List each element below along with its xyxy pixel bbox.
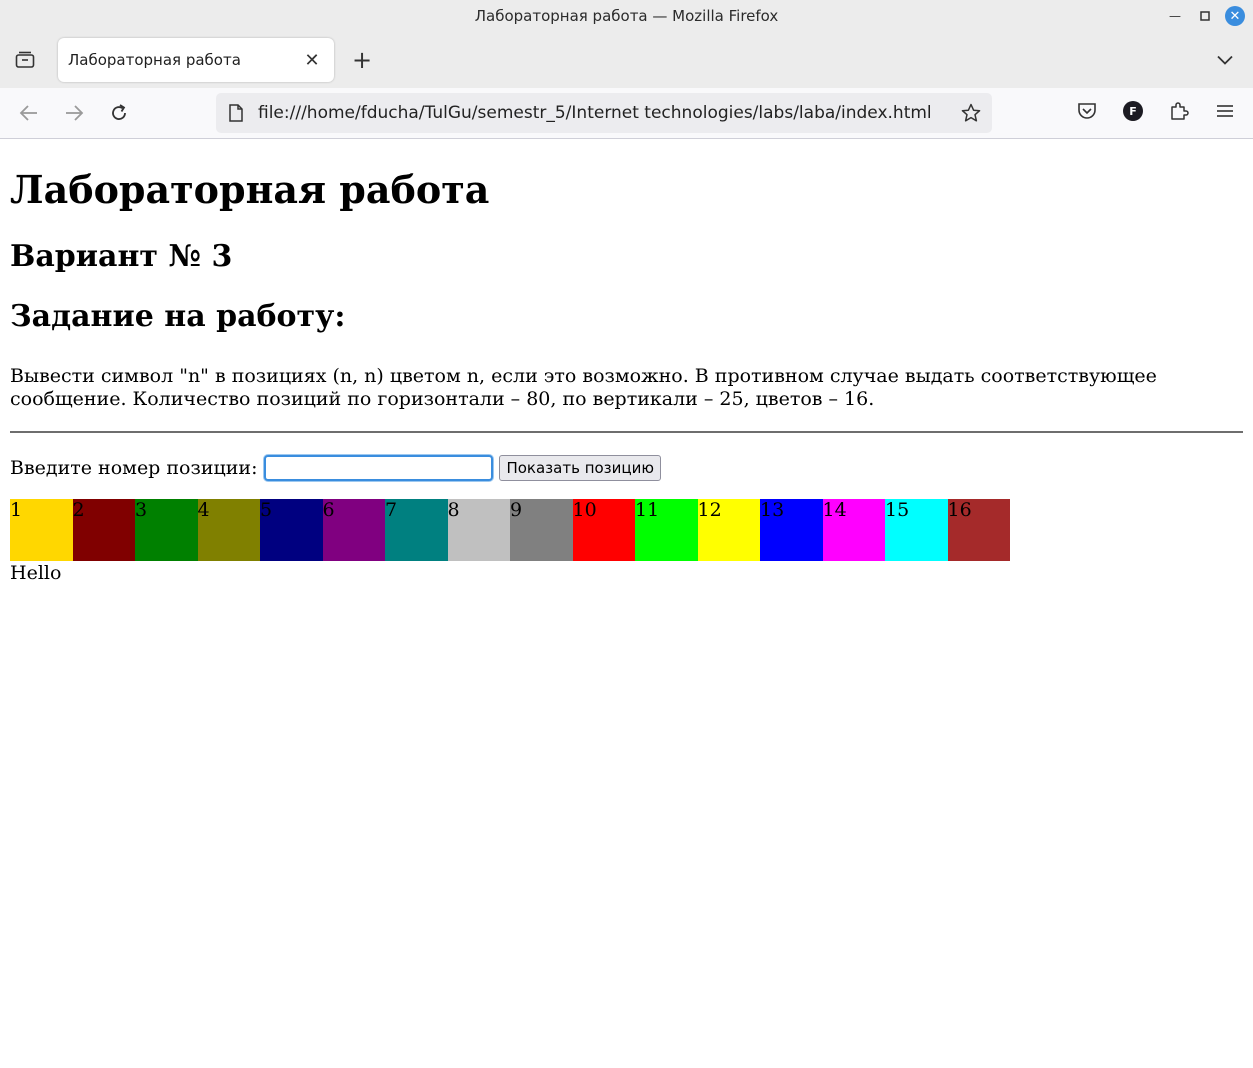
- position-label: Введите номер позиции:: [10, 457, 258, 479]
- menu-icon[interactable]: [1211, 97, 1239, 125]
- color-swatch: 2: [72, 499, 135, 561]
- color-swatch: 3: [135, 499, 198, 561]
- color-swatch: 15: [885, 499, 948, 561]
- position-input[interactable]: [264, 455, 494, 481]
- tab-title: Лабораторная работа: [68, 51, 241, 69]
- color-swatch: 16: [947, 499, 1010, 561]
- task-heading: Задание на работу:: [10, 299, 346, 334]
- window-controls: — ✕: [1165, 6, 1245, 26]
- tab-manager-icon[interactable]: [10, 45, 40, 75]
- url-text[interactable]: file:///home/fducha/TulGu/semestr_5/Inte…: [258, 103, 932, 123]
- list-all-tabs-icon[interactable]: [1211, 46, 1239, 74]
- color-swatch: 7: [385, 499, 448, 561]
- close-window-icon[interactable]: ✕: [1225, 6, 1245, 26]
- color-swatch: 14: [822, 499, 885, 561]
- color-swatch: 13: [760, 499, 823, 561]
- color-swatch: 10: [572, 499, 635, 561]
- pocket-icon[interactable]: [1073, 97, 1101, 125]
- show-position-button[interactable]: Показать позицию: [499, 455, 661, 481]
- bookmark-star-icon[interactable]: [960, 102, 982, 124]
- variant-heading: Вариант № 3: [10, 239, 233, 274]
- color-swatch: 5: [260, 499, 323, 561]
- output-text: Hello: [10, 562, 62, 584]
- new-tab-icon[interactable]: +: [348, 46, 376, 74]
- account-icon[interactable]: F: [1119, 97, 1147, 125]
- color-swatches: 1 2 3 4 5 6 7 8 9 10 11 12 13 14 15 16: [10, 499, 1243, 561]
- tab-close-icon[interactable]: ✕: [302, 50, 322, 71]
- color-swatch: 1: [10, 499, 73, 561]
- color-swatch: 8: [447, 499, 510, 561]
- maximize-icon[interactable]: [1195, 6, 1215, 26]
- url-bar[interactable]: file:///home/fducha/TulGu/semestr_5/Inte…: [216, 93, 992, 133]
- color-swatch: 9: [510, 499, 573, 561]
- forward-icon[interactable]: [58, 97, 90, 129]
- page-content: Лабораторная работа Вариант № 3 Задание …: [0, 167, 1253, 585]
- color-swatch: 11: [635, 499, 698, 561]
- position-form: Введите номер позиции: Показать позицию: [10, 455, 1243, 481]
- window-title: Лабораторная работа — Mozilla Firefox: [474, 7, 779, 25]
- tab-bar: Лабораторная работа ✕ +: [0, 32, 1253, 88]
- minimize-icon[interactable]: —: [1165, 6, 1185, 26]
- page-title: Лабораторная работа: [10, 167, 490, 212]
- toolbar-right: F: [1073, 97, 1239, 125]
- avatar: F: [1123, 101, 1143, 121]
- reload-icon[interactable]: [103, 97, 135, 129]
- task-description: Вывести символ "n" в позициях (n, n) цве…: [10, 365, 1157, 410]
- color-swatch: 4: [197, 499, 260, 561]
- divider: [10, 431, 1243, 433]
- tab-active[interactable]: Лабораторная работа ✕: [58, 38, 334, 82]
- color-swatch: 12: [697, 499, 760, 561]
- color-swatch: 6: [322, 499, 385, 561]
- nav-bar: file:///home/fducha/TulGu/semestr_5/Inte…: [0, 88, 1253, 139]
- page-icon: [226, 103, 246, 123]
- extensions-icon[interactable]: [1165, 97, 1193, 125]
- window-titlebar: Лабораторная работа — Mozilla Firefox — …: [0, 0, 1253, 32]
- back-icon[interactable]: [13, 97, 45, 129]
